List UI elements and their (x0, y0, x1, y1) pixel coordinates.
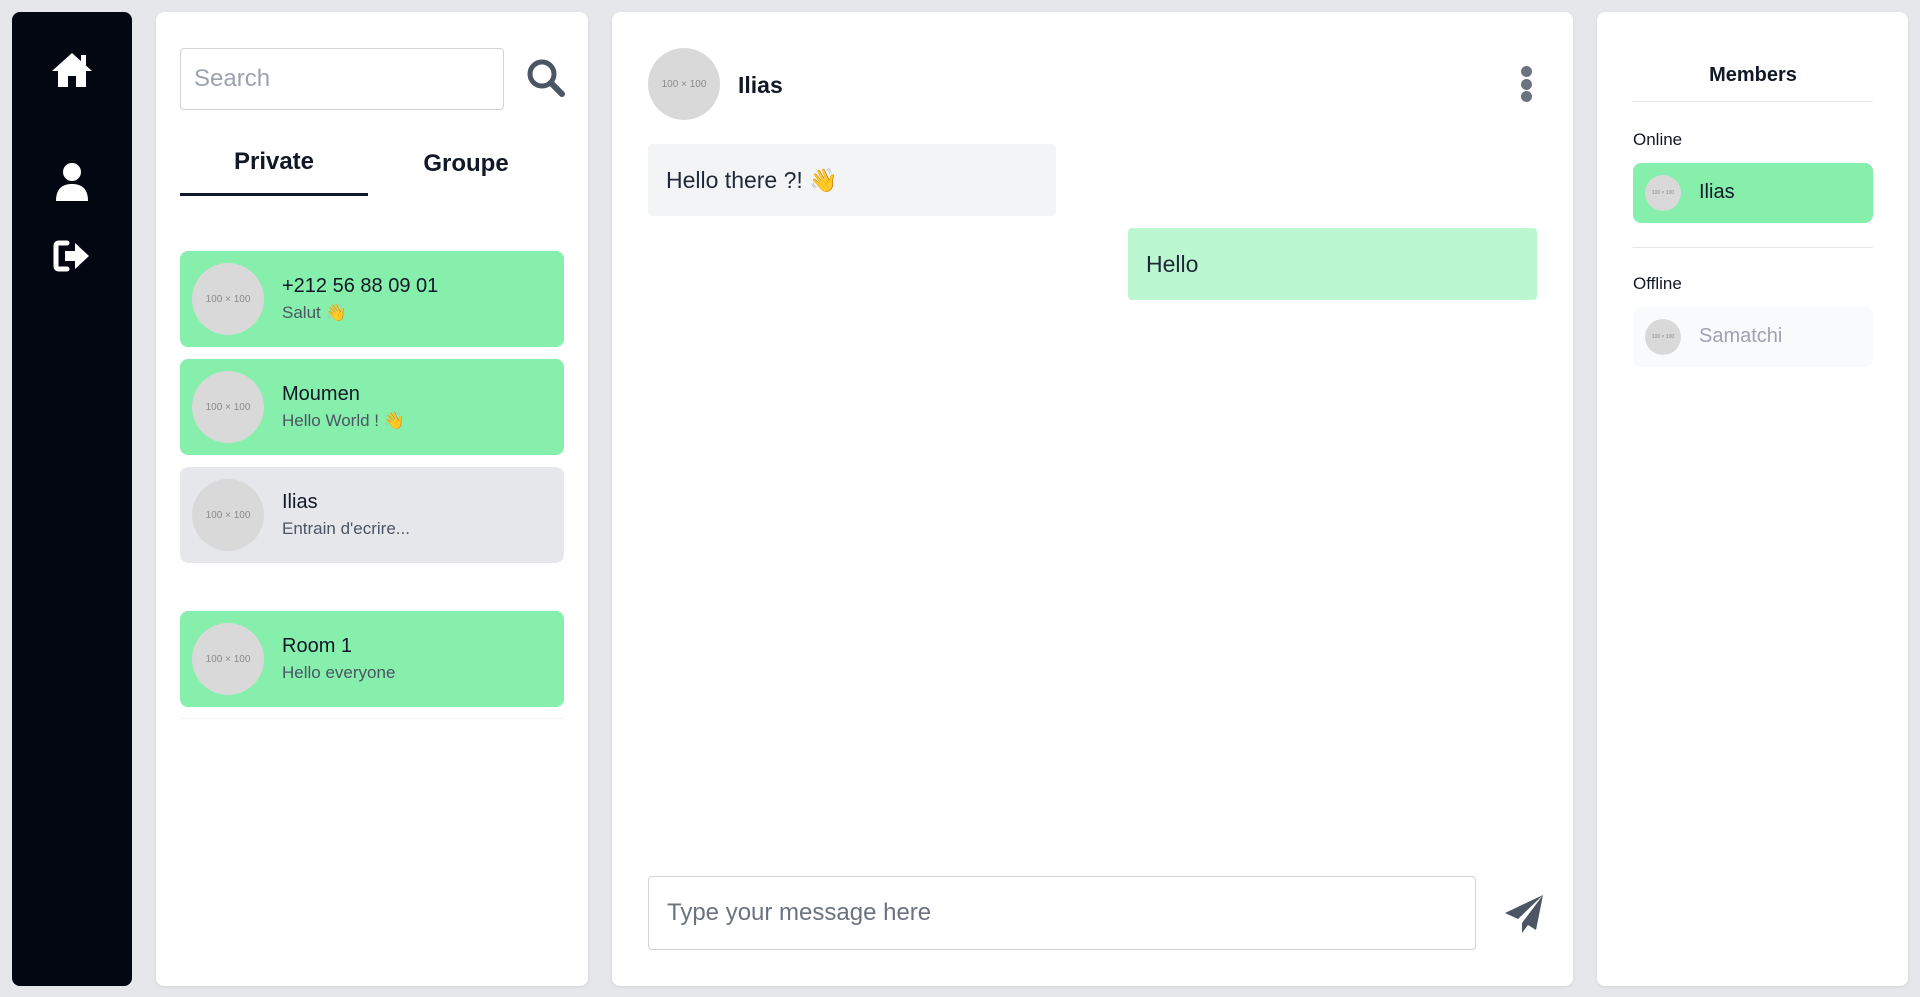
dot (1520, 66, 1532, 77)
search-input[interactable] (180, 48, 504, 110)
outgoing-message: Hello (1128, 228, 1537, 300)
nav-sidebar (12, 12, 132, 986)
chat-panel: 100 × 100 Ilias Hello there ?! 👋 Hello (612, 12, 1573, 986)
avatar: 100 × 100 (1645, 319, 1681, 355)
members-title: Members (1709, 64, 1797, 86)
offline-label: Offline (1633, 274, 1682, 293)
conversation-item[interactable]: 100 × 100 Ilias Entrain d'ecrire... (180, 467, 564, 563)
logout-icon[interactable] (50, 234, 94, 278)
dot (1520, 91, 1532, 102)
tab-private[interactable]: Private (180, 148, 368, 196)
avatar: 100 × 100 (192, 623, 264, 695)
conversation-item[interactable]: 100 × 100 Moumen Hello World ! 👋 (180, 359, 564, 455)
message-input[interactable] (648, 876, 1476, 950)
divider (1633, 101, 1873, 102)
conversation-preview: Hello World ! 👋 (282, 411, 405, 430)
home-icon[interactable] (50, 48, 94, 92)
online-label: Online (1633, 130, 1683, 149)
dot (1520, 78, 1532, 90)
avatar: 100 × 100 (192, 371, 264, 443)
avatar: 100 × 100 (1645, 175, 1681, 211)
conversation-name: Ilias (282, 491, 318, 513)
member-name: Samatchi (1699, 325, 1783, 347)
members-panel: Members Online 100 × 100 Ilias Offline 1… (1597, 12, 1908, 986)
avatar: 100 × 100 (648, 48, 720, 120)
send-icon[interactable] (1498, 888, 1550, 940)
conversation-name: Moumen (282, 383, 360, 405)
avatar: 100 × 100 (192, 263, 264, 335)
group-item[interactable]: 100 × 100 Room 1 Hello everyone (180, 611, 564, 707)
member-item-online[interactable]: 100 × 100 Ilias (1633, 163, 1873, 223)
conversation-name: +212 56 88 09 01 (282, 275, 439, 297)
divider (180, 718, 564, 719)
more-options-icon[interactable] (1515, 60, 1537, 108)
member-name: Ilias (1699, 181, 1735, 203)
divider (1633, 247, 1873, 248)
conversation-preview: Entrain d'ecrire... (282, 519, 410, 538)
contacts-panel: Private Groupe 100 × 100 +212 56 88 09 0… (156, 12, 588, 986)
group-name: Room 1 (282, 635, 353, 657)
conversation-item[interactable]: 100 × 100 +212 56 88 09 01 Salut 👋 (180, 251, 564, 347)
user-icon[interactable] (50, 160, 94, 204)
tab-groupe[interactable]: Groupe (372, 150, 560, 198)
avatar: 100 × 100 (192, 479, 264, 551)
conversation-preview: Salut 👋 (282, 303, 347, 322)
incoming-message: Hello there ?! 👋 (648, 144, 1056, 216)
chat-contact-name: Ilias (738, 72, 783, 98)
member-item-offline[interactable]: 100 × 100 Samatchi (1633, 307, 1873, 367)
group-preview: Hello everyone (282, 663, 396, 682)
search-icon[interactable] (524, 56, 568, 100)
